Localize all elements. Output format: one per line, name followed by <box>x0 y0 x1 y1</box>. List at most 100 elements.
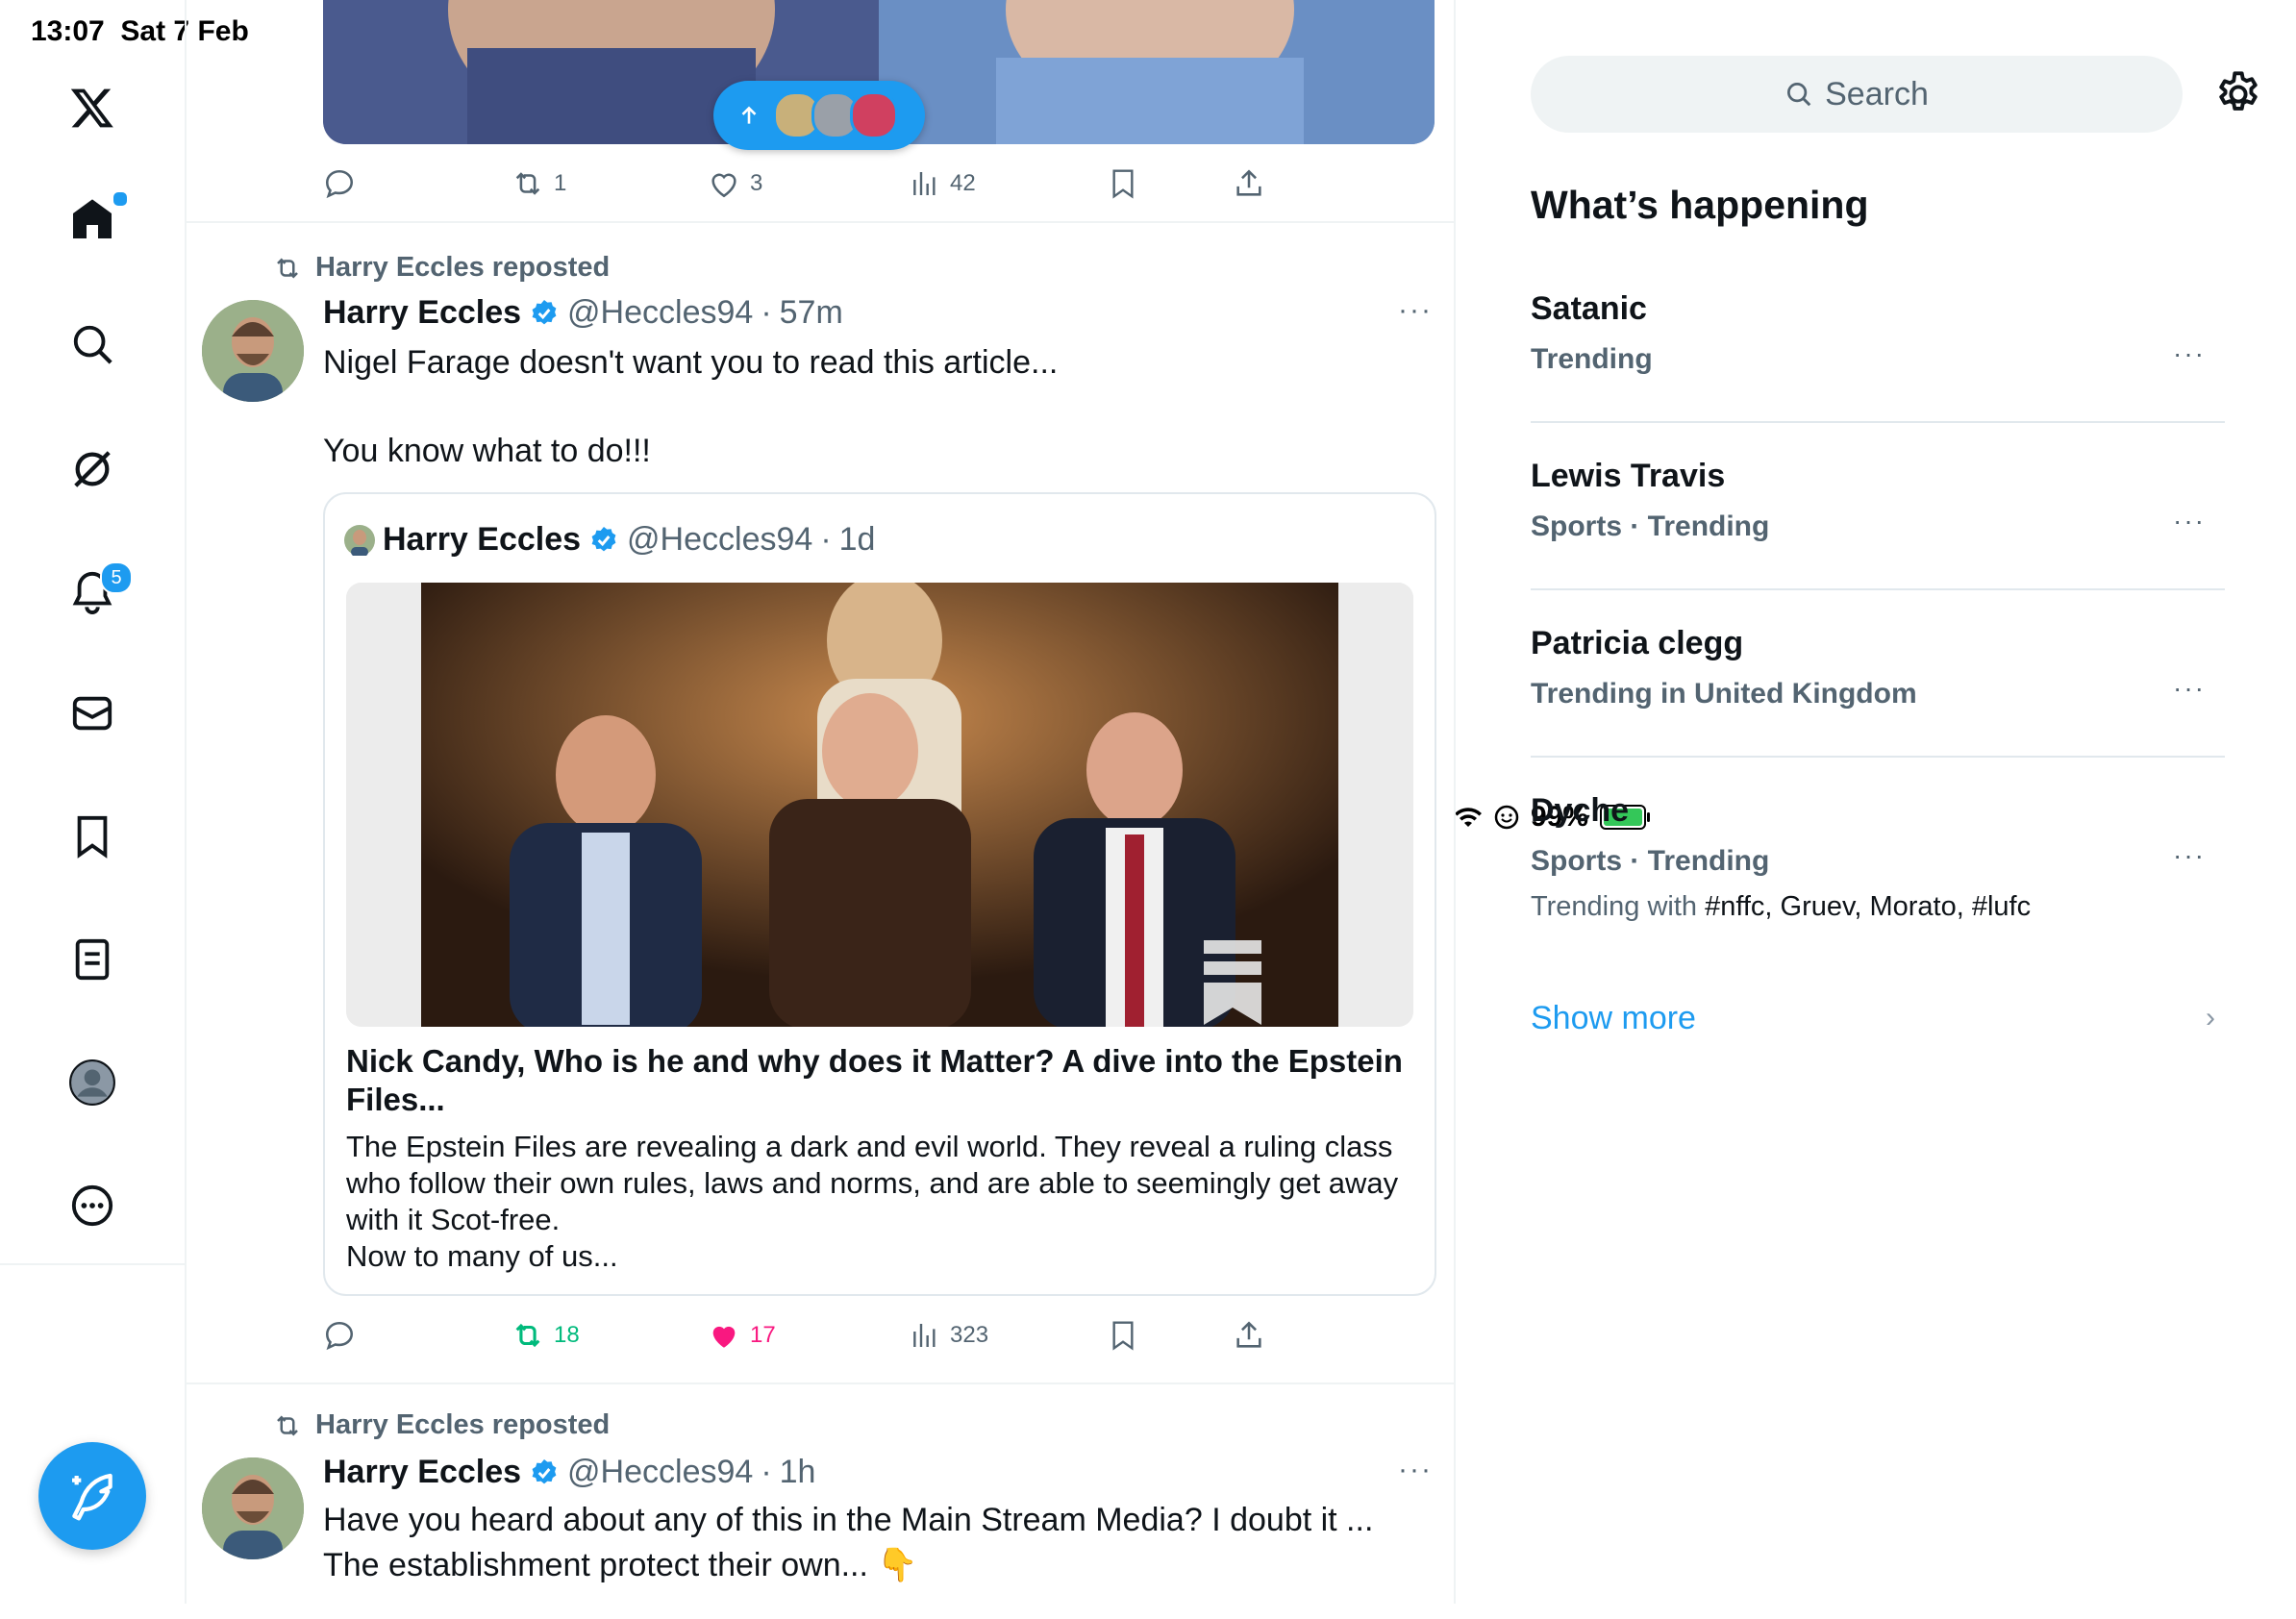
lists-icon[interactable] <box>54 921 131 998</box>
bookmark-button[interactable] <box>1108 160 1138 208</box>
quote-header: Harry Eccles @Heccles94 · 1d <box>344 521 875 559</box>
quoted-post[interactable]: Harry Eccles @Heccles94 · 1d Nick Candy,… <box>323 492 1436 1296</box>
repost-indicator[interactable]: Harry Eccles reposted <box>273 252 610 284</box>
author-name[interactable]: Harry Eccles <box>323 294 521 332</box>
trend-name: Satanic <box>1531 290 1647 327</box>
trend-more-button[interactable]: ··· <box>2173 506 2206 536</box>
post-header: Harry Eccles @Heccles94 · 57m <box>323 294 843 332</box>
left-nav: 5 <box>0 0 187 1604</box>
repost-button[interactable]: 18 <box>512 1311 580 1359</box>
post-divider <box>187 221 1454 223</box>
article-description: The Epstein Files are revealing a dark a… <box>346 1130 1399 1273</box>
trend-item[interactable]: Lewis Travis Sports · Trending ··· <box>1531 458 2223 543</box>
chevron-right-icon: › <box>2206 1002 2215 1034</box>
views-button[interactable]: 42 <box>910 160 976 208</box>
bookmark-icon <box>1112 169 1134 199</box>
bookmarks-icon[interactable] <box>54 798 131 875</box>
post-header: Harry Eccles @Heccles94 · 1h <box>323 1454 816 1491</box>
new-post-avatar <box>850 91 898 139</box>
explore-icon[interactable] <box>54 306 131 383</box>
trend-item[interactable]: Satanic Trending ··· <box>1531 290 2223 376</box>
notifications-badge: 5 <box>100 561 133 594</box>
whats-happening-heading: What’s happening <box>1531 183 1869 227</box>
heart-icon <box>711 173 736 198</box>
share-icon <box>1236 1321 1261 1348</box>
new-posts-pill[interactable] <box>713 81 925 150</box>
x-logo-icon[interactable] <box>54 69 131 146</box>
right-sidebar: Search What’s happening Satanic Trending… <box>1454 0 2296 1604</box>
settings-gear-icon[interactable] <box>2213 69 2263 119</box>
previous-post-actions: 1 3 42 <box>323 160 1285 208</box>
trend-more-button[interactable]: ··· <box>2173 840 2206 871</box>
trend-more-button[interactable]: ··· <box>2173 338 2206 369</box>
verified-badge-icon <box>532 299 557 324</box>
avatar[interactable] <box>202 1457 304 1559</box>
like-button[interactable]: 3 <box>708 160 762 208</box>
article-title[interactable]: Nick Candy, Who is he and why does it Ma… <box>346 1042 1413 1119</box>
grok-icon[interactable] <box>54 431 131 508</box>
author-name[interactable]: Harry Eccles <box>323 1454 521 1491</box>
reply-icon <box>325 169 354 199</box>
nav-divider <box>0 1263 185 1265</box>
repost-icon <box>515 1323 540 1348</box>
heart-filled-icon <box>712 1326 736 1348</box>
verified-badge-icon <box>532 1458 557 1483</box>
reply-button[interactable] <box>323 1311 365 1359</box>
post-text: Have you heard about any of this in the … <box>323 1502 1374 1583</box>
post-more-button[interactable]: ··· <box>1398 1454 1433 1486</box>
share-button[interactable] <box>1233 160 1265 208</box>
trend-divider <box>1531 588 2225 590</box>
author-handle[interactable]: @Heccles94 <box>567 1454 753 1491</box>
trend-meta: Sports · Trending <box>1531 845 1770 877</box>
trend-meta: Trending in United Kingdom <box>1531 678 1917 710</box>
like-button[interactable]: 17 <box>708 1311 776 1359</box>
reply-button[interactable] <box>323 160 365 208</box>
article-image[interactable] <box>346 583 1413 1027</box>
quote-time: 1d <box>838 521 876 558</box>
share-icon <box>1236 169 1261 196</box>
timeline: 1 3 42 Harry Eccles reposted Harry Eccle… <box>187 0 1456 1604</box>
quote-author-handle: @Heccles94 <box>627 521 813 558</box>
trend-name: Dyche <box>1531 792 1630 829</box>
repost-button[interactable]: 1 <box>512 160 566 208</box>
trend-name: Patricia clegg <box>1531 625 1744 661</box>
analytics-icon <box>913 1324 936 1347</box>
more-icon[interactable] <box>54 1167 131 1244</box>
profile-icon[interactable] <box>54 1044 131 1121</box>
trend-divider <box>1531 756 2225 758</box>
reply-icon <box>325 1321 354 1351</box>
author-handle[interactable]: @Heccles94 <box>567 294 753 332</box>
trend-item[interactable]: Patricia clegg Trending in United Kingdo… <box>1531 625 2223 710</box>
quote-author-name: Harry Eccles <box>383 521 582 558</box>
avatar <box>344 524 375 556</box>
share-button[interactable] <box>1233 1311 1265 1359</box>
avatar[interactable] <box>202 300 304 402</box>
trend-name: Lewis Travis <box>1531 458 1726 494</box>
repost-indicator[interactable]: Harry Eccles reposted <box>273 1409 610 1441</box>
bookmark-icon <box>1112 1321 1134 1351</box>
compose-post-button[interactable] <box>38 1442 146 1550</box>
show-more-link[interactable]: Show more <box>1531 1000 1696 1037</box>
search-icon <box>1787 83 1811 107</box>
repost-icon <box>277 1414 298 1436</box>
analytics-icon <box>913 172 936 195</box>
post-divider <box>187 1382 1454 1384</box>
search-input[interactable]: Search <box>1531 56 2183 133</box>
post-time[interactable]: 57m <box>780 294 843 332</box>
verified-badge-icon <box>591 526 616 551</box>
home-icon[interactable] <box>54 181 131 258</box>
notifications-icon[interactable]: 5 <box>54 554 133 631</box>
trend-meta: Sports · Trending <box>1531 511 1770 542</box>
post-text: Nigel Farage doesn't want you to read th… <box>323 344 1059 469</box>
messages-icon[interactable] <box>54 675 131 752</box>
repost-icon <box>515 172 540 195</box>
trend-more-button[interactable]: ··· <box>2173 673 2206 704</box>
trend-divider <box>1531 421 2225 423</box>
post-time[interactable]: 1h <box>780 1454 816 1491</box>
trend-item[interactable]: Dyche Sports · Trending Trending with #n… <box>1531 792 2223 923</box>
search-placeholder: Search <box>1825 75 1929 112</box>
views-button[interactable]: 323 <box>910 1311 988 1359</box>
home-unread-dot <box>112 190 129 208</box>
bookmark-button[interactable] <box>1108 1311 1138 1359</box>
post-more-button[interactable]: ··· <box>1398 294 1433 327</box>
